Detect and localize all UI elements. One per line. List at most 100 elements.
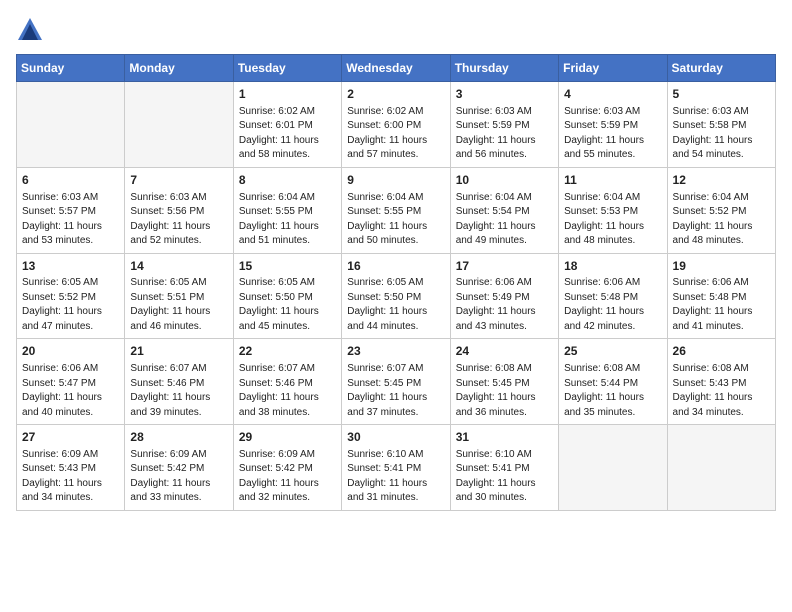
- day-number: 13: [22, 258, 119, 275]
- calendar-cell: 29 Sunrise: 6:09 AMSunset: 5:42 PMDayligh…: [233, 425, 341, 511]
- calendar-cell: 10 Sunrise: 6:04 AMSunset: 5:54 PMDayligh…: [450, 167, 558, 253]
- calendar-week-1: 1 Sunrise: 6:02 AMSunset: 6:01 PMDaylight…: [17, 82, 776, 168]
- cell-info: Sunrise: 6:03 AMSunset: 5:57 PMDaylight:…: [22, 191, 119, 249]
- calendar-header-row: Sunday Monday Tuesday Wednesday Thursday…: [17, 55, 776, 82]
- cell-info: Sunrise: 6:10 AMSunset: 5:41 PMDaylight:…: [456, 448, 553, 506]
- cell-info: Sunrise: 6:09 AMSunset: 5:42 PMDaylight:…: [130, 448, 227, 506]
- day-number: 17: [456, 258, 553, 275]
- calendar-cell: 20Sunrise: 6:06 AMSunset: 5:47 PMDayligh…: [17, 339, 125, 425]
- calendar-cell: 12Sunrise: 6:04 AMSunset: 5:52 PMDayligh…: [667, 167, 775, 253]
- cell-info: Sunrise: 6:05 AMSunset: 5:52 PMDaylight:…: [22, 276, 119, 334]
- calendar-cell: 3 Sunrise: 6:03 AMSunset: 5:59 PMDaylight…: [450, 82, 558, 168]
- calendar-cell: 13Sunrise: 6:05 AMSunset: 5:52 PMDayligh…: [17, 253, 125, 339]
- day-number: 26: [673, 343, 770, 360]
- logo-icon: [16, 16, 44, 44]
- calendar-cell: 21 Sunrise: 6:07 AMSunset: 5:46 PMDayligh…: [125, 339, 233, 425]
- cell-info: Sunrise: 6:10 AMSunset: 5:41 PMDaylight:…: [347, 448, 444, 506]
- cell-info: Sunrise: 6:07 AMSunset: 5:45 PMDaylight:…: [347, 362, 444, 420]
- header-tuesday: Tuesday: [233, 55, 341, 82]
- calendar-cell: 18Sunrise: 6:06 AMSunset: 5:48 PMDayligh…: [559, 253, 667, 339]
- cell-info: Sunrise: 6:09 AMSunset: 5:42 PMDaylight:…: [239, 448, 336, 506]
- cell-info: Sunrise: 6:05 AMSunset: 5:50 PMDaylight:…: [347, 276, 444, 334]
- cell-info: Sunrise: 6:04 AMSunset: 5:55 PMDaylight:…: [239, 191, 336, 249]
- day-number: 27: [22, 429, 119, 446]
- calendar-cell: 2Sunrise: 6:02 AMSunset: 6:00 PMDaylight…: [342, 82, 450, 168]
- calendar-cell: [17, 82, 125, 168]
- logo: [16, 16, 48, 44]
- calendar-cell: 4 Sunrise: 6:03 AMSunset: 5:59 PMDaylight…: [559, 82, 667, 168]
- cell-info: Sunrise: 6:05 AMSunset: 5:51 PMDaylight:…: [130, 276, 227, 334]
- day-number: 6: [22, 172, 119, 189]
- calendar-cell: 1 Sunrise: 6:02 AMSunset: 6:01 PMDaylight…: [233, 82, 341, 168]
- day-number: 8: [239, 172, 336, 189]
- cell-info: Sunrise: 6:06 AMSunset: 5:48 PMDaylight:…: [564, 276, 661, 334]
- header-thursday: Thursday: [450, 55, 558, 82]
- calendar-week-5: 27 Sunrise: 6:09 AMSunset: 5:43 PMDayligh…: [17, 425, 776, 511]
- header-sunday: Sunday: [17, 55, 125, 82]
- calendar-cell: 5Sunrise: 6:03 AMSunset: 5:58 PMDaylight…: [667, 82, 775, 168]
- calendar-cell: 25 Sunrise: 6:08 AMSunset: 5:44 PMDayligh…: [559, 339, 667, 425]
- day-number: 20: [22, 343, 119, 360]
- cell-info: Sunrise: 6:02 AMSunset: 6:01 PMDaylight:…: [239, 105, 336, 163]
- calendar-cell: 15Sunrise: 6:05 AMSunset: 5:50 PMDayligh…: [233, 253, 341, 339]
- day-number: 23: [347, 343, 444, 360]
- day-number: 28: [130, 429, 227, 446]
- day-number: 24: [456, 343, 553, 360]
- day-number: 15: [239, 258, 336, 275]
- day-number: 25: [564, 343, 661, 360]
- cell-info: Sunrise: 6:08 AMSunset: 5:45 PMDaylight:…: [456, 362, 553, 420]
- calendar-cell: [559, 425, 667, 511]
- day-number: 9: [347, 172, 444, 189]
- cell-info: Sunrise: 6:04 AMSunset: 5:53 PMDaylight:…: [564, 191, 661, 249]
- calendar-cell: 26 Sunrise: 6:08 AMSunset: 5:43 PMDayligh…: [667, 339, 775, 425]
- header-wednesday: Wednesday: [342, 55, 450, 82]
- calendar-cell: 30 Sunrise: 6:10 AMSunset: 5:41 PMDayligh…: [342, 425, 450, 511]
- day-number: 22: [239, 343, 336, 360]
- cell-info: Sunrise: 6:06 AMSunset: 5:49 PMDaylight:…: [456, 276, 553, 334]
- cell-info: Sunrise: 6:03 AMSunset: 5:59 PMDaylight:…: [456, 105, 553, 163]
- day-number: 21: [130, 343, 227, 360]
- day-number: 5: [673, 86, 770, 103]
- cell-info: Sunrise: 6:03 AMSunset: 5:59 PMDaylight:…: [564, 105, 661, 163]
- calendar-cell: [667, 425, 775, 511]
- cell-info: Sunrise: 6:09 AMSunset: 5:43 PMDaylight:…: [22, 448, 119, 506]
- cell-info: Sunrise: 6:03 AMSunset: 5:56 PMDaylight:…: [130, 191, 227, 249]
- day-number: 2: [347, 86, 444, 103]
- header-monday: Monday: [125, 55, 233, 82]
- day-number: 3: [456, 86, 553, 103]
- day-number: 7: [130, 172, 227, 189]
- day-number: 10: [456, 172, 553, 189]
- cell-info: Sunrise: 6:04 AMSunset: 5:54 PMDaylight:…: [456, 191, 553, 249]
- cell-info: Sunrise: 6:04 AMSunset: 5:55 PMDaylight:…: [347, 191, 444, 249]
- calendar-cell: [125, 82, 233, 168]
- day-number: 12: [673, 172, 770, 189]
- header-saturday: Saturday: [667, 55, 775, 82]
- calendar-week-2: 6 Sunrise: 6:03 AMSunset: 5:57 PMDaylight…: [17, 167, 776, 253]
- calendar-cell: 19Sunrise: 6:06 AMSunset: 5:48 PMDayligh…: [667, 253, 775, 339]
- day-number: 14: [130, 258, 227, 275]
- cell-info: Sunrise: 6:06 AMSunset: 5:48 PMDaylight:…: [673, 276, 770, 334]
- day-number: 1: [239, 86, 336, 103]
- day-number: 29: [239, 429, 336, 446]
- day-number: 16: [347, 258, 444, 275]
- cell-info: Sunrise: 6:07 AMSunset: 5:46 PMDaylight:…: [130, 362, 227, 420]
- cell-info: Sunrise: 6:07 AMSunset: 5:46 PMDaylight:…: [239, 362, 336, 420]
- calendar-cell: 22 Sunrise: 6:07 AMSunset: 5:46 PMDayligh…: [233, 339, 341, 425]
- calendar-week-3: 13Sunrise: 6:05 AMSunset: 5:52 PMDayligh…: [17, 253, 776, 339]
- calendar-cell: 8 Sunrise: 6:04 AMSunset: 5:55 PMDaylight…: [233, 167, 341, 253]
- day-number: 30: [347, 429, 444, 446]
- day-number: 4: [564, 86, 661, 103]
- calendar-week-4: 20Sunrise: 6:06 AMSunset: 5:47 PMDayligh…: [17, 339, 776, 425]
- cell-info: Sunrise: 6:08 AMSunset: 5:44 PMDaylight:…: [564, 362, 661, 420]
- calendar-cell: 27 Sunrise: 6:09 AMSunset: 5:43 PMDayligh…: [17, 425, 125, 511]
- day-number: 11: [564, 172, 661, 189]
- calendar-cell: 6 Sunrise: 6:03 AMSunset: 5:57 PMDaylight…: [17, 167, 125, 253]
- calendar-cell: 7 Sunrise: 6:03 AMSunset: 5:56 PMDaylight…: [125, 167, 233, 253]
- cell-info: Sunrise: 6:05 AMSunset: 5:50 PMDaylight:…: [239, 276, 336, 334]
- calendar-cell: 14Sunrise: 6:05 AMSunset: 5:51 PMDayligh…: [125, 253, 233, 339]
- page-header: [16, 16, 776, 44]
- calendar-cell: 11 Sunrise: 6:04 AMSunset: 5:53 PMDayligh…: [559, 167, 667, 253]
- cell-info: Sunrise: 6:08 AMSunset: 5:43 PMDaylight:…: [673, 362, 770, 420]
- calendar-cell: 24 Sunrise: 6:08 AMSunset: 5:45 PMDayligh…: [450, 339, 558, 425]
- day-number: 19: [673, 258, 770, 275]
